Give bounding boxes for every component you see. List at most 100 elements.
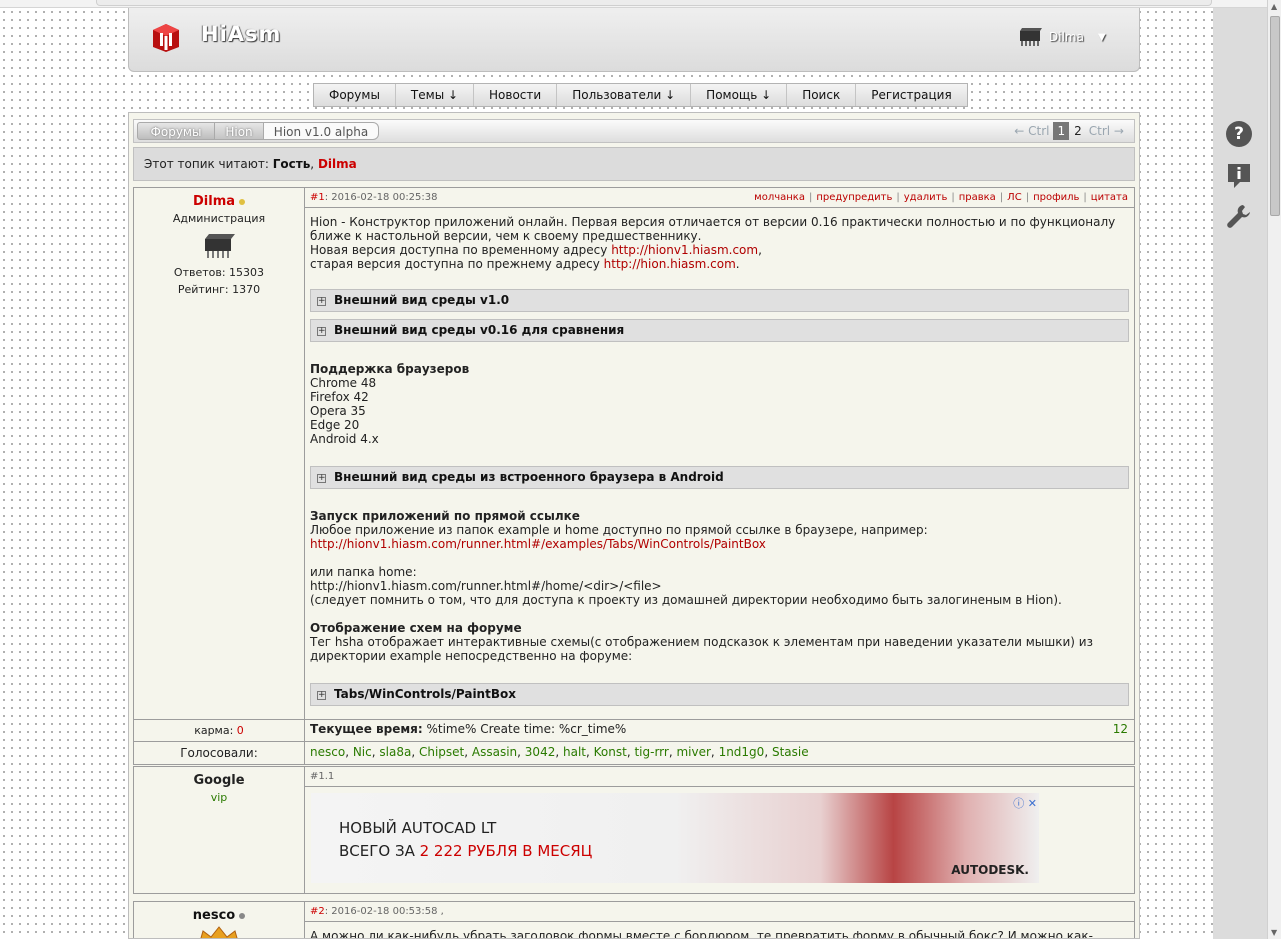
- author-role: Администрация: [172, 212, 266, 225]
- spoiler-v016[interactable]: + Внешний вид среды v0.16 для сравнения: [310, 319, 1129, 342]
- top-tab: [96, 0, 1212, 6]
- scroll-thumb[interactable]: [1270, 16, 1280, 216]
- user-name: Dilma: [1049, 30, 1084, 44]
- post-number[interactable]: #1: [310, 192, 325, 203]
- nav-forums[interactable]: Форумы: [314, 84, 396, 106]
- post-paragraph: Тег hsha отображает интерактивные схемы(…: [310, 635, 1093, 663]
- voter[interactable]: 1nd1g0: [719, 745, 765, 759]
- nav-help[interactable]: Помощь ↓: [691, 84, 788, 106]
- post-ad: Google vip #1.1 НОВЫЙ AUTOCAD LT ВСЕГО З…: [133, 766, 1135, 894]
- info-icon[interactable]: [1226, 162, 1252, 188]
- author-name[interactable]: nesco: [193, 908, 235, 923]
- voter[interactable]: tig-rrr: [634, 745, 668, 759]
- expand-icon: +: [317, 690, 326, 700]
- user-menu[interactable]: Dilma ▼: [1017, 26, 1106, 48]
- nav-register[interactable]: Регистрация: [856, 84, 966, 106]
- wrench-icon[interactable]: [1226, 203, 1252, 229]
- side-toolbar: [1213, 8, 1267, 939]
- ad-close-icon[interactable]: ⓘ ✕: [1013, 795, 1037, 811]
- action-edit[interactable]: правка: [959, 192, 996, 203]
- ad-line-2: ВСЕГО ЗА 2 222 РУБЛЯ В МЕСЯЦ: [339, 842, 593, 860]
- post-header: #1.1: [305, 767, 1134, 787]
- scrollbar[interactable]: ▲ ▼: [1267, 0, 1281, 939]
- action-warn[interactable]: предупредить: [816, 192, 892, 203]
- spoiler-paintbox[interactable]: + Tabs/WinControls/PaintBox: [310, 683, 1129, 706]
- expand-icon: +: [317, 473, 326, 483]
- voters-list: nesco, Nic, sla8a, Chipset, Assasin, 304…: [304, 741, 1135, 765]
- section-heading: Поддержка браузеров: [310, 362, 470, 376]
- reader-guest: Гость: [272, 157, 311, 171]
- pager-prev[interactable]: ← Ctrl: [1012, 124, 1051, 138]
- pager-current: 1: [1053, 122, 1070, 140]
- voter[interactable]: Stasie: [772, 745, 809, 759]
- nav-users[interactable]: Пользователи ↓: [557, 84, 692, 106]
- forum-content: Форумы Hion Hion v1.0 alpha ← Ctrl 1 2 C…: [128, 112, 1140, 939]
- post-header: #1: 2016-02-18 00:25:38 молчанка | предупр…: [305, 188, 1134, 208]
- reader-user[interactable]: Dilma: [318, 157, 357, 171]
- browser-item: Chrome 48: [310, 376, 377, 390]
- pager-page-2[interactable]: 2: [1071, 124, 1085, 138]
- karma-value: 0: [236, 724, 244, 737]
- link-hionv1[interactable]: http://hionv1.hiasm.com: [611, 243, 758, 257]
- post-header: #2: 2016-02-18 00:53:58 ,: [305, 902, 1134, 922]
- link-runner-example[interactable]: http://hionv1.hiasm.com/runner.html#/exa…: [310, 537, 1129, 551]
- post-body-cell: #1.1 НОВЫЙ AUTOCAD LT ВСЕГО ЗА 2 222 РУБ…: [304, 766, 1135, 894]
- online-status-icon: [239, 198, 246, 205]
- spoiler-android[interactable]: + Внешний вид среды из встроенного браузе…: [310, 466, 1129, 489]
- post-number: #1.1: [310, 771, 335, 782]
- post-body-cell: #2: 2016-02-18 00:53:58 , А можно ли как…: [304, 901, 1135, 939]
- post-text: А можно ли как-нибудь убрать заголовок ф…: [310, 929, 1093, 939]
- voter[interactable]: Konst: [594, 745, 627, 759]
- pager: ← Ctrl 1 2 Ctrl →: [1012, 122, 1126, 140]
- hiasm-logo[interactable]: [151, 23, 181, 53]
- voter[interactable]: sla8a: [379, 745, 411, 759]
- post-author-cell: Google vip: [133, 766, 305, 894]
- author-name[interactable]: Google: [193, 773, 244, 788]
- voter[interactable]: Assasin: [472, 745, 517, 759]
- post-author-cell: nesco: [133, 901, 305, 938]
- section-heading: Запуск приложений по прямой ссылке: [310, 509, 580, 523]
- action-pm[interactable]: ЛС: [1007, 192, 1022, 203]
- breadcrumb-hion[interactable]: Hion: [214, 122, 264, 140]
- nav-search[interactable]: Поиск: [787, 84, 857, 106]
- browser-item: Android 4.x: [310, 432, 379, 446]
- browser-top-strip: [0, 0, 1281, 8]
- breadcrumb-forums[interactable]: Форумы: [137, 122, 215, 140]
- voter[interactable]: nesco: [310, 745, 345, 759]
- voter[interactable]: Chipset: [419, 745, 464, 759]
- link-hion[interactable]: http://hion.hiasm.com: [604, 257, 736, 271]
- post-number[interactable]: #2: [310, 906, 325, 917]
- voter[interactable]: halt: [563, 745, 586, 759]
- browser-item: Firefox 42: [310, 390, 369, 404]
- action-profile[interactable]: профиль: [1033, 192, 1079, 203]
- action-mute[interactable]: молчанка: [754, 192, 805, 203]
- main-nav: Форумы Темы ↓ Новости Пользователи ↓ Пом…: [313, 83, 968, 107]
- author-answers: Ответов: 15303: [173, 266, 265, 279]
- post-paragraph: http://hionv1.hiasm.com/runner.html#/hom…: [310, 579, 662, 593]
- spoiler-v1[interactable]: + Внешний вид среды v1.0: [310, 289, 1129, 312]
- nav-news[interactable]: Новости: [474, 84, 558, 106]
- voter[interactable]: miver: [676, 745, 710, 759]
- voter[interactable]: 3042: [525, 745, 556, 759]
- post-date: : 2016-02-18 00:53:58 ,: [324, 906, 444, 917]
- help-icon[interactable]: ?: [1226, 121, 1252, 147]
- scroll-up-arrow[interactable]: ▲: [1271, 2, 1277, 11]
- ad-banner[interactable]: НОВЫЙ AUTOCAD LT ВСЕГО ЗА 2 222 РУБЛЯ В …: [311, 793, 1039, 883]
- author-role: vip: [210, 791, 228, 804]
- post-paragraph: Любое приложение из папок example и home…: [310, 523, 928, 537]
- browser-item: Opera 35: [310, 404, 366, 418]
- nav-topics[interactable]: Темы ↓: [396, 84, 475, 106]
- site-header: HiAsm Dilma ▼: [128, 8, 1140, 72]
- author-rating: Рейтинг: 1370: [177, 283, 261, 296]
- pager-next[interactable]: Ctrl →: [1087, 124, 1126, 138]
- site-title[interactable]: HiAsm: [201, 22, 281, 46]
- browser-item: Edge 20: [310, 418, 360, 432]
- votes-count: 12: [1112, 722, 1128, 736]
- voted-label: Голосовали:: [133, 741, 305, 765]
- action-quote[interactable]: цитата: [1091, 192, 1128, 203]
- avatar: [135, 231, 303, 262]
- action-delete[interactable]: удалить: [904, 192, 948, 203]
- scroll-down-arrow[interactable]: ▼: [1271, 928, 1277, 937]
- author-name[interactable]: Dilma: [193, 194, 235, 209]
- voter[interactable]: Nic: [353, 745, 372, 759]
